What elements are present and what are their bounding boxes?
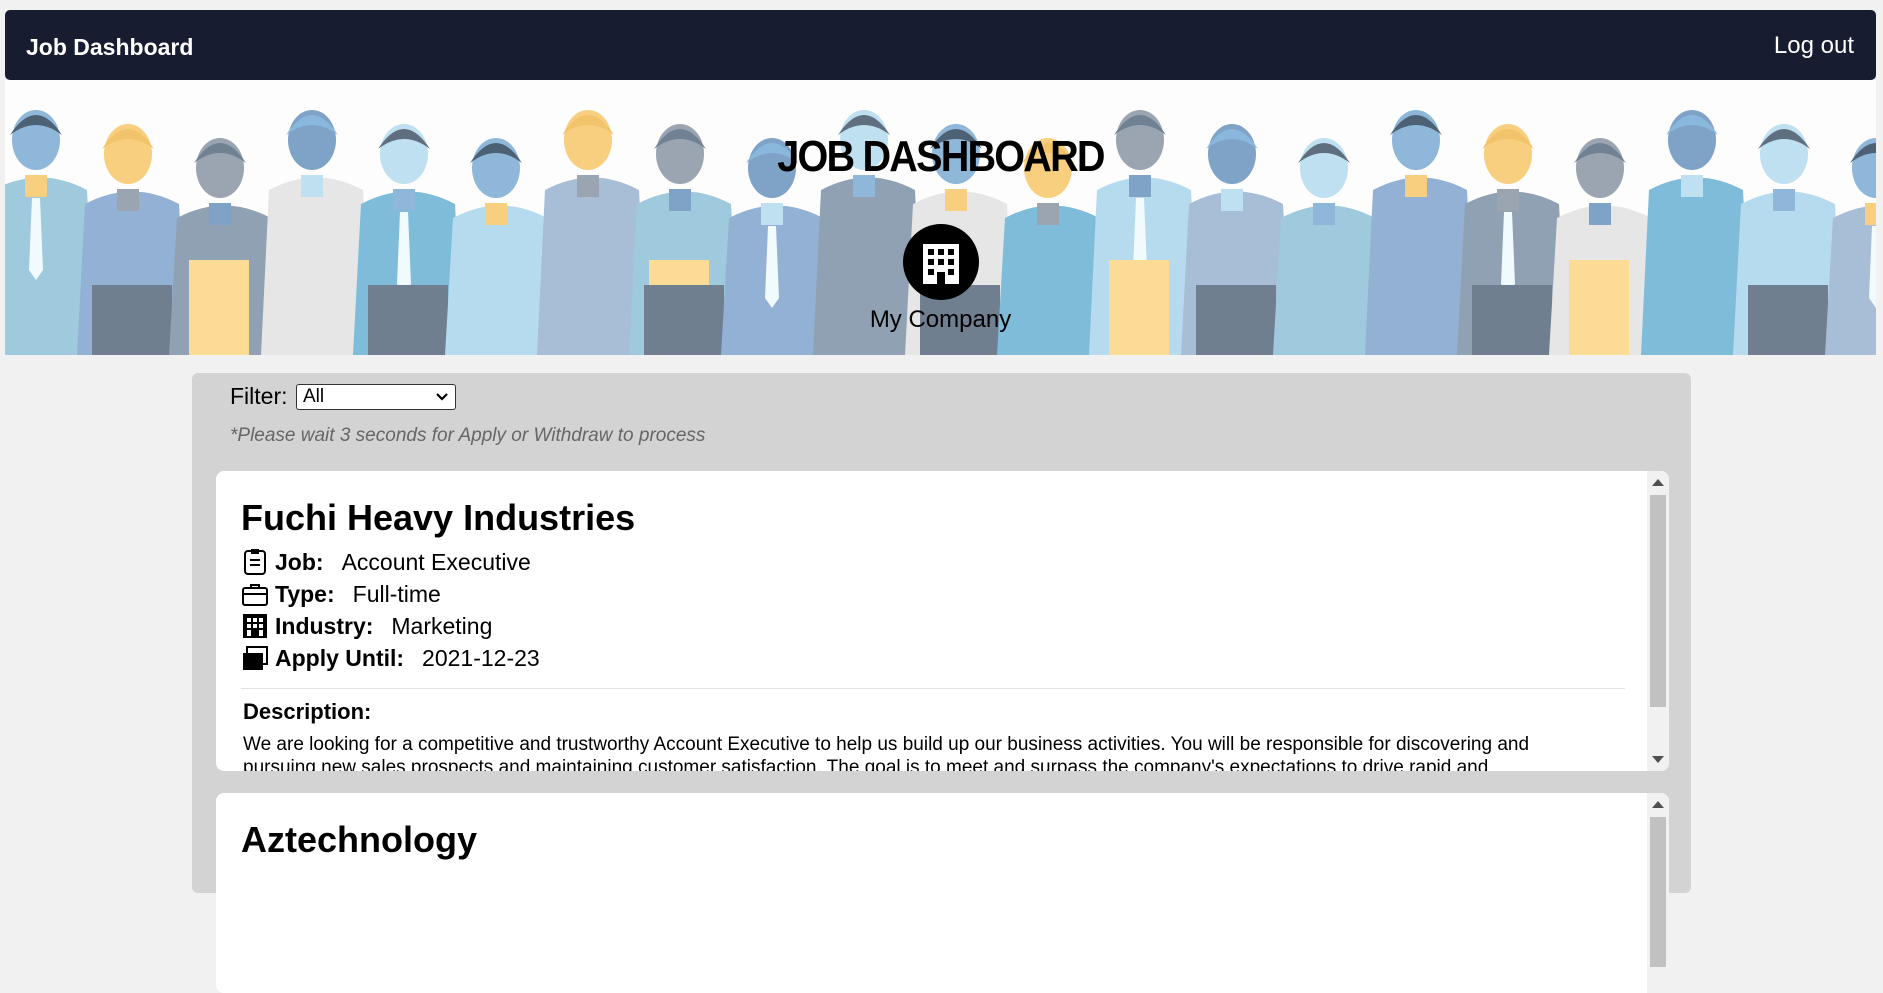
job-label: Job: bbox=[275, 548, 324, 575]
description-label: Description: bbox=[243, 699, 372, 724]
card-scrollbar[interactable] bbox=[1647, 471, 1669, 771]
app-title: Job Dashboard bbox=[26, 34, 194, 60]
filter-selected-value: All bbox=[303, 386, 325, 407]
filter-label: Filter: bbox=[230, 383, 288, 409]
job-card-content: Aztechnology bbox=[216, 793, 1647, 993]
processing-note: *Please wait 3 seconds for Apply or With… bbox=[230, 425, 706, 446]
company-avatar bbox=[903, 224, 979, 300]
logout-button[interactable]: Log out bbox=[1774, 32, 1854, 60]
scroll-up-arrow[interactable] bbox=[1652, 479, 1664, 486]
job-card: Fuchi Heavy Industries Job: Account Exec… bbox=[216, 471, 1669, 771]
type-field: Type: Full-time bbox=[241, 580, 441, 608]
building-icon bbox=[243, 614, 267, 638]
industry-label: Industry: bbox=[275, 612, 374, 639]
job-card-content: Fuchi Heavy Industries Job: Account Exec… bbox=[216, 471, 1647, 771]
apply-until-value: 2021-12-23 bbox=[422, 644, 540, 671]
scroll-down-arrow[interactable] bbox=[1652, 756, 1664, 763]
building-icon bbox=[923, 244, 959, 284]
industry-field: Industry: Marketing bbox=[241, 612, 492, 640]
briefcase-icon bbox=[242, 584, 268, 606]
apply-until-field: Apply Until: 2021-12-23 bbox=[241, 644, 540, 672]
card-scrollbar[interactable] bbox=[1647, 793, 1669, 993]
job-value: Account Executive bbox=[341, 548, 531, 575]
type-label: Type: bbox=[275, 580, 335, 607]
job-company: Aztechnology bbox=[241, 819, 478, 860]
top-navbar: Job Dashboard Log out bbox=[5, 10, 1876, 80]
job-badge-icon bbox=[244, 549, 266, 575]
chevron-down-icon bbox=[436, 393, 448, 401]
job-field: Job: Account Executive bbox=[241, 548, 531, 576]
scroll-thumb[interactable] bbox=[1650, 817, 1666, 967]
hero-banner: JOB DASHBOARD My Company bbox=[5, 80, 1876, 355]
job-company: Fuchi Heavy Industries bbox=[241, 497, 636, 538]
industry-value: Marketing bbox=[391, 612, 493, 639]
scroll-thumb[interactable] bbox=[1650, 495, 1666, 707]
filter-select[interactable]: All bbox=[296, 384, 456, 410]
job-card: Aztechnology bbox=[216, 793, 1669, 993]
company-name: My Company bbox=[869, 306, 1012, 333]
calendar-icon bbox=[243, 646, 268, 670]
scroll-up-arrow[interactable] bbox=[1652, 801, 1664, 808]
hero-title: JOB DASHBOARD bbox=[777, 132, 1105, 181]
card-divider bbox=[241, 688, 1625, 689]
jobs-panel: Filter: All *Please wait 3 seconds for A… bbox=[192, 373, 1691, 993]
type-value: Full-time bbox=[352, 580, 441, 607]
apply-until-label: Apply Until: bbox=[275, 644, 405, 671]
description-text: We are looking for a competitive and tru… bbox=[243, 734, 1530, 771]
